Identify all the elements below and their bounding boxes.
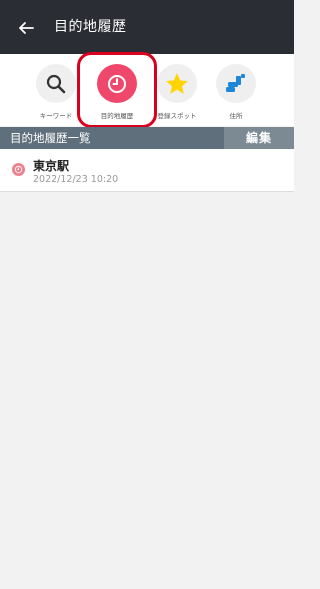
back-arrow-icon (19, 22, 34, 34)
clock-icon (108, 74, 126, 93)
section-header: 目的地履歴一覧 編集 (0, 127, 294, 149)
edit-button[interactable]: 編集 (224, 127, 294, 149)
category-label: 登録スポット (157, 112, 197, 120)
top-bar: 目的地履歴 (0, 0, 294, 54)
list-item[interactable]: 東京駅 2022/12/23 10:20 (0, 149, 294, 192)
category-label: 目的地履歴 (100, 112, 134, 120)
category-label: 住所 (229, 112, 243, 120)
section-title: 目的地履歴一覧 (10, 131, 91, 145)
category-bar: キーワード 目的地履歴 登録スポット 住所 (0, 54, 294, 126)
category-registered-spot[interactable]: 登録スポット (149, 64, 205, 120)
search-icon (46, 74, 66, 93)
page-title: 目的地履歴 (54, 19, 127, 35)
address-icon (226, 73, 245, 92)
history-list: 東京駅 2022/12/23 10:20 (0, 149, 294, 192)
category-history[interactable]: 目的地履歴 (89, 64, 145, 120)
category-label: キーワード (39, 112, 73, 120)
clock-icon (14, 165, 23, 174)
back-button[interactable] (14, 16, 38, 40)
item-datetime: 2022/12/23 10:20 (33, 174, 119, 185)
star-icon (166, 72, 188, 94)
category-address[interactable]: 住所 (208, 64, 264, 120)
category-keyword[interactable]: キーワード (28, 64, 84, 120)
item-name: 東京駅 (33, 159, 70, 173)
